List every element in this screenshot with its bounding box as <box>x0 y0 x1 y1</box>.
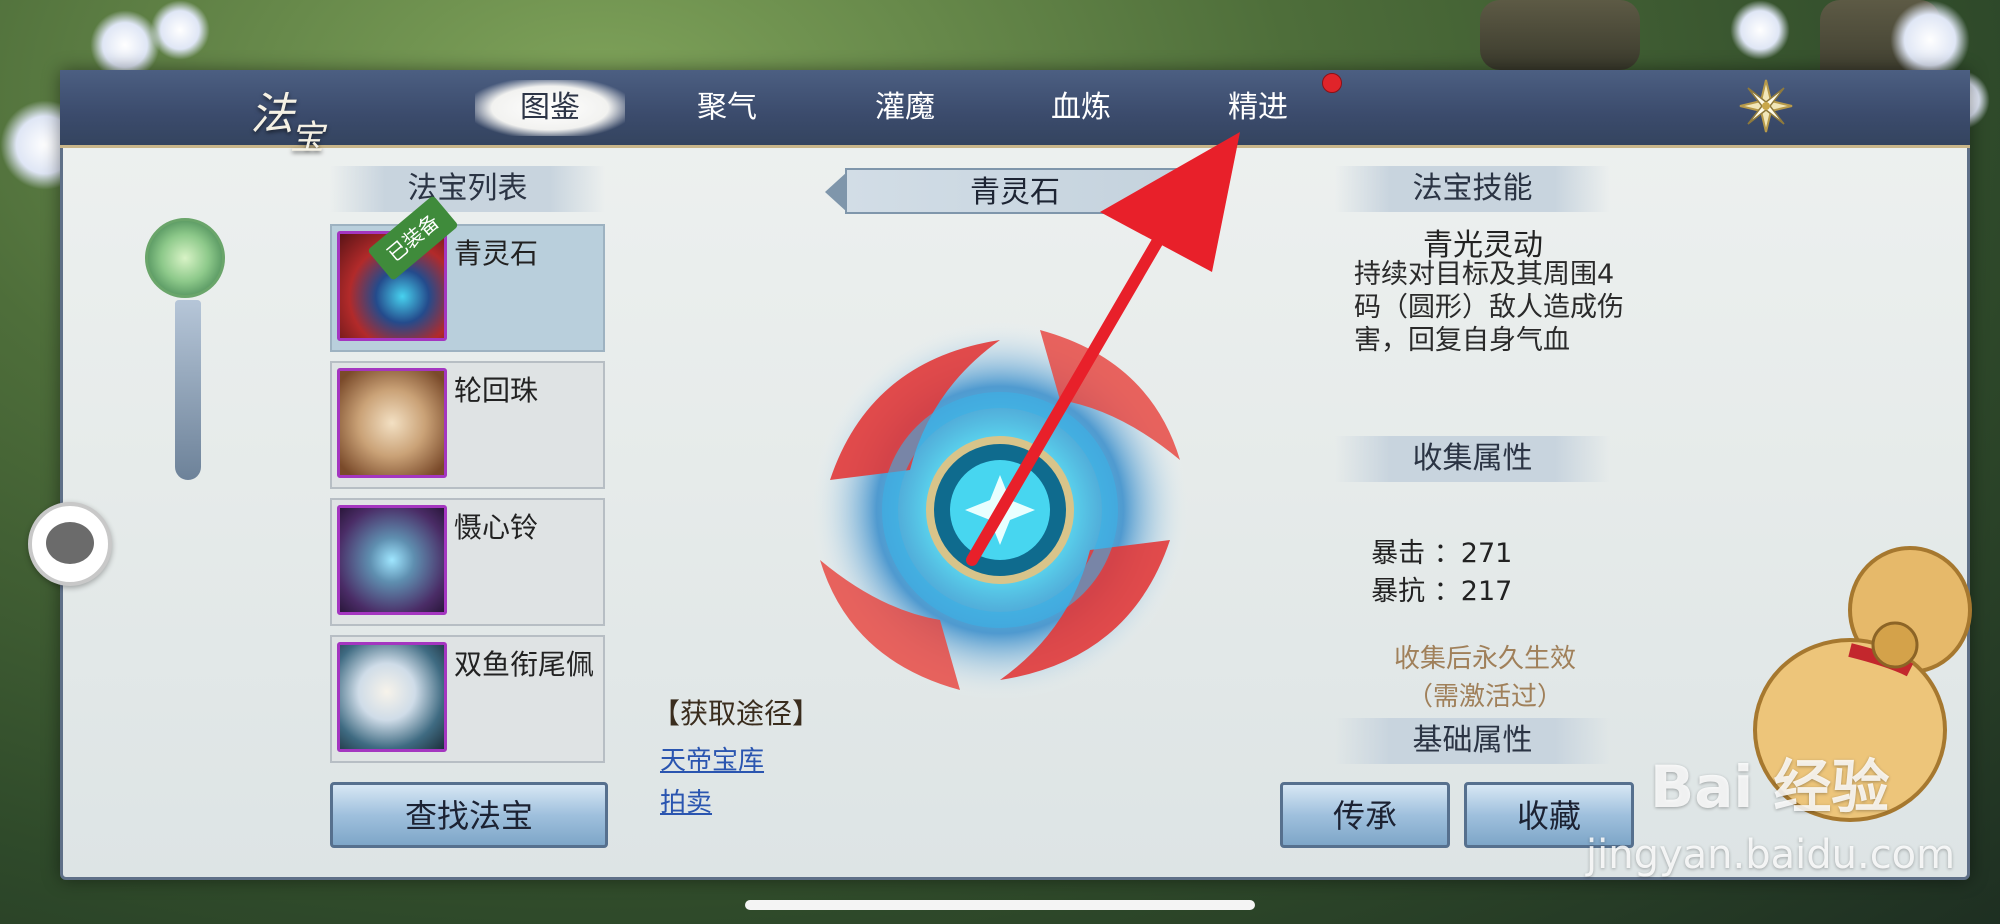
list-item[interactable]: 轮回珠 <box>330 361 605 489</box>
list-item[interactable]: 已装备 青灵石 <box>330 195 605 352</box>
stat-label: 暴抗 ： <box>1371 576 1461 607</box>
skill-section-title: 法宝技能 <box>1335 166 1610 212</box>
list-item[interactable]: 慑心铃 <box>330 498 605 626</box>
find-treasure-button[interactable]: 查找法宝 <box>330 782 608 848</box>
list-item-name: 青灵石 <box>454 237 539 270</box>
home-indicator[interactable] <box>745 900 1255 910</box>
item-thumb-lunhuizhu <box>337 368 447 478</box>
collect-note-sub: （需激活过） <box>1406 682 1563 712</box>
tab-tujian[interactable]: 图鉴 <box>475 80 625 136</box>
watermark-brand: Bai 经验 <box>1650 753 1890 821</box>
logo-char: 法 <box>250 89 294 140</box>
source-link-tiandi[interactable]: 天帝宝库 <box>660 740 764 777</box>
stat-value: 217 <box>1460 576 1513 607</box>
notification-dot <box>1322 73 1342 93</box>
blossom-decoration <box>150 0 210 60</box>
logo-char: 宝 <box>290 118 324 158</box>
list-item-name: 慑心铃 <box>454 511 539 544</box>
blossom-decoration <box>1730 0 1790 60</box>
tab-juqi[interactable]: 聚气 <box>652 80 802 136</box>
item-thumb-shuangyu <box>337 642 447 752</box>
inherit-button[interactable]: 传承 <box>1280 782 1450 848</box>
red-arrow-annotation <box>966 132 1240 566</box>
stat-crit-resist: 暴抗 ：217 <box>1354 538 1512 608</box>
source-label: 【获取途径】 <box>652 697 821 730</box>
tassel-decoration <box>175 300 201 480</box>
collect-attr-title: 收集属性 <box>1335 436 1610 482</box>
tree-trunk <box>1480 0 1640 70</box>
chat-bubble-icon[interactable] <box>28 502 112 586</box>
skill-description: 持续对目标及其周围4码（圆形）敌人造成伤害，回复自身气血 <box>1354 259 1624 356</box>
list-item-name: 轮回珠 <box>454 374 539 407</box>
collect-note: 收集后永久生效 <box>1393 644 1576 674</box>
list-item-name: 双鱼衔尾佩 <box>454 648 595 681</box>
source-link-auction[interactable]: 拍卖 <box>660 782 712 819</box>
watermark-url: jingyan.baidu.com <box>1586 832 1956 878</box>
blossom-decoration <box>1890 0 1970 80</box>
item-thumb-shexinling <box>337 505 447 615</box>
jade-pendant-decoration <box>145 218 225 298</box>
list-title: 法宝列表 <box>330 166 605 212</box>
watermark: Bai 经验 jingyan.baidu.com <box>1530 740 1955 890</box>
close-icon[interactable] <box>1738 78 1794 134</box>
panel-logo: 法 宝 <box>190 70 340 162</box>
list-item[interactable]: 双鱼衔尾佩 <box>330 635 605 763</box>
